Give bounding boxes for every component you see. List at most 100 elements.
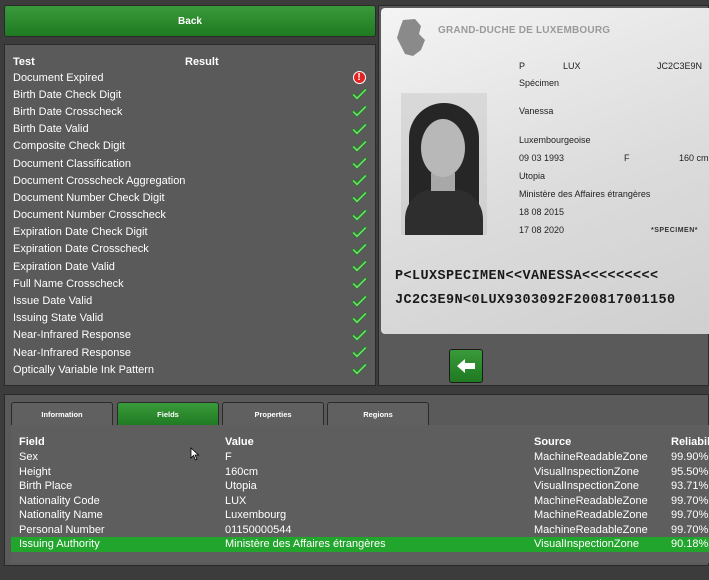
test-result: [350, 259, 368, 275]
test-result: [350, 362, 368, 378]
card-code: LUX: [563, 61, 581, 71]
document-image-panel: GRAND-DUCHE DE LUXEMBOURG P LUX JC2C3E9N…: [378, 5, 709, 386]
cell-reliability: 93.71%: [671, 480, 709, 492]
cell-field: Height: [19, 465, 51, 478]
card-number: JC2C3E9N: [657, 61, 703, 71]
header-source: Source: [534, 436, 572, 448]
header-reliability: Reliabili: [671, 436, 709, 448]
table-row[interactable]: Sex F MachineReadableZone 99.90%: [11, 450, 709, 465]
test-name: Document Classification: [13, 157, 131, 170]
card-sex: F: [624, 153, 630, 163]
checkmark-icon: [351, 122, 367, 136]
checkmark-icon: [351, 329, 367, 342]
card-birth-place: Utopia: [519, 171, 546, 181]
id-card-image: GRAND-DUCHE DE LUXEMBOURG P LUX JC2C3E9N…: [381, 8, 709, 334]
test-result: [350, 156, 368, 172]
table-row[interactable]: Nationality Name Luxembourg MachineReadabl…: [11, 508, 709, 523]
checkmark-icon: [351, 208, 367, 222]
test-row[interactable]: Issue Date Valid: [13, 292, 368, 309]
back-button[interactable]: Back: [4, 5, 376, 37]
test-result: [350, 138, 368, 154]
test-name: Document Number Crosscheck: [13, 209, 166, 222]
test-result: [350, 190, 368, 206]
mrz-line-2: JC2C3E9N<0LUX9303092F200817001150: [395, 293, 676, 308]
test-row[interactable]: Expiration Date Crosscheck: [13, 241, 368, 258]
checkmark-icon: [351, 243, 367, 256]
fields-table-header: Field Value Source Reliabili: [11, 435, 709, 450]
checkmark-icon: [351, 363, 367, 376]
test-row[interactable]: Near-Infrared Response: [13, 344, 368, 361]
cell-field: Personal Number: [19, 523, 105, 536]
table-row[interactable]: Birth Place Utopia VisualInspectionZone 93.…: [11, 479, 709, 494]
cell-value: Luxembourg: [225, 509, 287, 521]
test-name: Issue Date Valid: [13, 295, 93, 308]
test-row[interactable]: Document Number Crosscheck: [13, 207, 368, 224]
table-row[interactable]: Height 160cm VisualInspectionZone 95.50%: [11, 465, 709, 480]
test-name: Issuing State Valid: [13, 312, 104, 325]
cell-reliability: 99.70%: [671, 494, 709, 507]
checkmark-icon: [351, 225, 367, 239]
test-row[interactable]: Full Name Crosscheck: [13, 275, 368, 292]
cell-source: VisualInspectionZone: [534, 465, 639, 478]
cell-reliability: 90.18%: [671, 538, 709, 550]
test-row[interactable]: Expiration Date Check Digit: [13, 224, 368, 241]
test-row[interactable]: Document Expired!: [13, 69, 368, 86]
table-row[interactable]: Nationality Code LUX MachineReadableZone 99…: [11, 494, 709, 509]
test-result: [350, 241, 368, 257]
card-country: GRAND-DUCHE DE LUXEMBOURG: [438, 25, 611, 36]
card-expiry-date: 17 08 2020: [519, 225, 565, 235]
test-result: [350, 87, 368, 103]
test-name: Expiration Date Crosscheck: [13, 243, 149, 256]
test-row[interactable]: Birth Date Check Digit: [13, 86, 368, 103]
fields-table: Field Value Source Reliabili Sex F Machine…: [11, 425, 709, 563]
test-row[interactable]: Near-Infrared Response: [13, 327, 368, 344]
header-field: Field: [19, 436, 45, 448]
test-row[interactable]: Document Classification: [13, 155, 368, 172]
test-result: [350, 276, 368, 292]
cell-reliability: 99.70%: [671, 509, 709, 521]
test-row[interactable]: Composite Check Digit: [13, 138, 368, 155]
table-row[interactable]: Personal Number 01150000544 MachineReadabl…: [11, 523, 709, 538]
tab-information[interactable]: Information: [11, 402, 113, 426]
test-result: [350, 121, 368, 137]
test-row[interactable]: Optically Variable Ink Pattern: [13, 361, 368, 378]
cell-field: Sex: [19, 451, 38, 463]
cell-value: 01150000544: [225, 523, 292, 536]
card-birth-date: 09 03 1993: [519, 153, 565, 163]
tab-properties[interactable]: Properties: [222, 402, 324, 426]
tab-fields[interactable]: Fields: [117, 402, 219, 426]
test-name: Optically Variable Ink Pattern: [13, 363, 155, 376]
cell-value: F: [225, 451, 232, 463]
cell-value: 160cm: [225, 465, 259, 478]
cell-source: MachineReadableZone: [534, 451, 648, 463]
cell-reliability: 99.70%: [671, 523, 709, 536]
card-given-name: Vanessa: [519, 106, 554, 116]
checkmark-icon: [351, 157, 367, 170]
cell-reliability: 99.90%: [671, 451, 709, 463]
test-name: Near-Infrared Response: [13, 329, 132, 342]
test-name: Birth Date Check Digit: [13, 88, 122, 101]
test-row[interactable]: Expiration Date Valid: [13, 258, 368, 275]
checkmark-icon: [351, 174, 367, 187]
card-issue-date: 18 08 2015: [519, 207, 565, 217]
table-row[interactable]: Issuing Authority Ministère des Affaires …: [11, 537, 709, 552]
test-row[interactable]: Document Crosscheck Aggregation: [13, 172, 368, 189]
test-row[interactable]: Birth Date Valid: [13, 121, 368, 138]
test-result: [350, 345, 368, 361]
test-row[interactable]: Birth Date Crosscheck: [13, 103, 368, 120]
cell-field: Issuing Authority: [19, 538, 100, 550]
image-back-button[interactable]: [449, 349, 483, 383]
card-type: P: [519, 61, 526, 71]
test-name: Document Expired: [13, 71, 104, 84]
test-row[interactable]: Document Number Check Digit: [13, 189, 368, 206]
header-value: Value: [225, 436, 254, 448]
test-result: [350, 327, 368, 343]
cell-field: Nationality Code: [19, 494, 100, 507]
test-name: Birth Date Crosscheck: [13, 105, 123, 118]
test-row[interactable]: Issuing State Valid: [13, 310, 368, 327]
test-result: [350, 293, 368, 309]
checkmark-icon: [351, 260, 367, 273]
card-surname: Spécimen: [519, 78, 560, 88]
tab-regions[interactable]: Regions: [327, 402, 429, 426]
card-specimen-stamp: *SPECIMEN*: [651, 227, 699, 234]
